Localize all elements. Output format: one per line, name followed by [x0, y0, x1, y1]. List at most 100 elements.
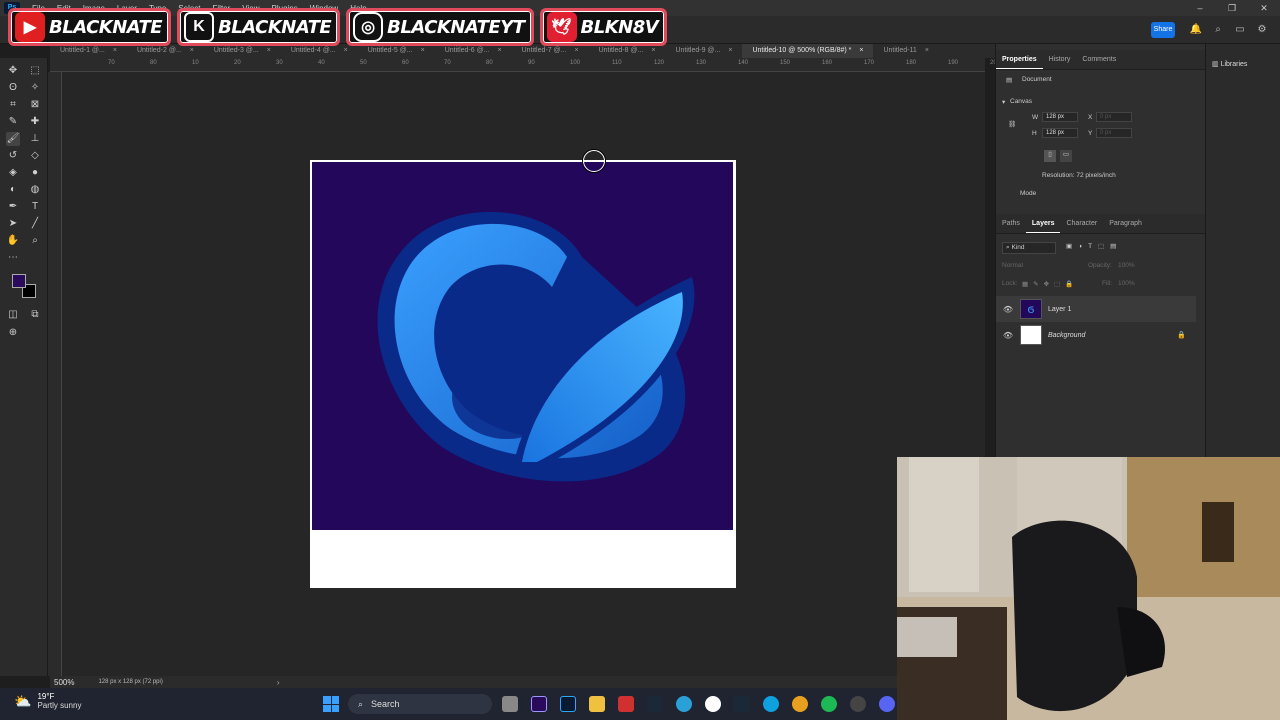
type-tool-icon[interactable]: T — [28, 200, 42, 214]
workspace-icon[interactable]: ▭ — [1233, 23, 1247, 37]
layer-filter-icons[interactable]: ▣◑T⬚▤ — [1066, 242, 1122, 250]
start-button-icon[interactable] — [323, 696, 339, 712]
x-field[interactable]: 0 px — [1096, 112, 1132, 122]
move-tool-icon[interactable]: ✥ — [6, 64, 20, 78]
line-tool-icon[interactable]: ╱ — [28, 217, 42, 231]
link-icon[interactable]: ⛓ — [1008, 120, 1016, 128]
close-icon[interactable]: × — [925, 44, 929, 58]
chrome-icon[interactable] — [792, 696, 808, 712]
notifications-icon[interactable]: 🔔 — [1189, 23, 1203, 37]
opacity-value[interactable]: 100% — [1118, 262, 1135, 269]
share-button[interactable]: Share — [1151, 22, 1175, 38]
document-tab[interactable]: Untitled-4 @... × — [281, 44, 358, 58]
app-icon-red[interactable] — [618, 696, 634, 712]
discord-icon[interactable] — [879, 696, 895, 712]
sponge-tool-icon[interactable]: ◍ — [28, 183, 42, 197]
edge-icon[interactable] — [763, 696, 779, 712]
path-selection-tool-icon[interactable]: ➤ — [6, 217, 20, 231]
marquee-tool-icon[interactable]: ⬚ — [28, 64, 42, 78]
dodge-tool-icon[interactable]: ◐ — [6, 183, 20, 197]
screen-mode-icon[interactable]: ⧉ — [28, 308, 42, 322]
visibility-eye-icon[interactable]: 👁 — [1000, 331, 1016, 340]
width-field[interactable]: 128 px — [1042, 112, 1078, 122]
telegram-icon[interactable] — [676, 696, 692, 712]
weather-widget[interactable]: ⛅ 19°F Partly sunny — [14, 692, 81, 710]
document-tab[interactable]: Untitled-5 @... × — [358, 44, 435, 58]
zoom-level[interactable]: 500% — [54, 678, 74, 687]
document-tab[interactable]: Untitled-9 @... × — [666, 44, 743, 58]
zoom-tool-icon[interactable]: ⌕ — [28, 234, 42, 248]
libraries-tab[interactable]: ▥ Libraries — [1212, 60, 1247, 68]
spotify-icon[interactable] — [821, 696, 837, 712]
tab-properties[interactable]: Properties — [996, 50, 1043, 69]
obs-icon[interactable] — [850, 696, 866, 712]
tab-paths[interactable]: Paths — [996, 214, 1026, 233]
close-icon[interactable]: × — [859, 44, 863, 58]
steam-icon[interactable] — [734, 696, 750, 712]
close-icon[interactable]: × — [190, 44, 194, 58]
chevron-down-icon[interactable]: ▾ — [1002, 98, 1005, 106]
tab-paragraph[interactable]: Paragraph — [1103, 214, 1148, 233]
layer-row-background[interactable]: 👁 Background 🔒 — [996, 322, 1196, 348]
quick-mask-icon[interactable]: ◫ — [6, 308, 20, 322]
brush-tool-icon[interactable]: 🖌 — [6, 132, 20, 146]
close-window-button[interactable]: ✕ — [1248, 0, 1280, 16]
tab-character[interactable]: Character — [1060, 214, 1103, 233]
task-view-icon[interactable] — [502, 696, 518, 712]
tab-layers[interactable]: Layers — [1025, 214, 1061, 233]
close-icon[interactable]: × — [344, 44, 348, 58]
layer-row-layer-1[interactable]: 👁 ϭ Layer 1 — [996, 296, 1196, 322]
close-icon[interactable]: × — [421, 44, 425, 58]
blend-mode-select[interactable]: Normal — [1002, 262, 1023, 269]
pen-tool-icon[interactable]: ✒ — [6, 200, 20, 214]
frame-tool-icon[interactable]: ⊠ — [28, 98, 42, 112]
portrait-icon[interactable]: ▯ — [1044, 150, 1056, 162]
close-icon[interactable]: × — [651, 44, 655, 58]
layer-filter-select[interactable]: ⌕ Kind — [1002, 242, 1056, 254]
close-icon[interactable]: × — [267, 44, 271, 58]
landscape-icon[interactable]: ▭ — [1060, 150, 1072, 162]
fill-value[interactable]: 100% — [1118, 280, 1135, 287]
premiere-icon[interactable] — [531, 696, 547, 712]
settings-icon[interactable]: ⚙ — [1255, 23, 1269, 37]
healing-tool-icon[interactable]: ✚ — [28, 115, 42, 129]
height-field[interactable]: 128 px — [1042, 128, 1078, 138]
section-canvas[interactable]: Canvas — [1010, 98, 1032, 105]
tab-history[interactable]: History — [1043, 50, 1077, 69]
maximize-button[interactable]: ❐ — [1216, 0, 1248, 16]
status-arrow-icon[interactable]: › — [277, 678, 280, 687]
document-tab[interactable]: Untitled-10 @ 500% (RGB/8#) * × — [742, 44, 874, 58]
lock-icons[interactable]: ▦✎✥⬚🔒 — [1022, 280, 1078, 288]
document-tab[interactable]: Untitled-1 @... × — [50, 44, 127, 58]
canvas-workspace[interactable] — [62, 72, 985, 676]
bucket-tool-icon[interactable]: ◈ — [6, 166, 20, 180]
document-tab[interactable]: Untitled-3 @... × — [204, 44, 281, 58]
photoshop-taskbar-icon[interactable] — [560, 696, 576, 712]
document-tab[interactable]: Untitled-7 @... × — [512, 44, 589, 58]
foreground-color-swatch[interactable] — [12, 274, 26, 288]
close-icon[interactable]: × — [498, 44, 502, 58]
steam-icon[interactable] — [647, 696, 663, 712]
minimize-button[interactable]: – — [1184, 0, 1216, 16]
magic-wand-tool-icon[interactable]: ✧ — [28, 81, 42, 95]
y-field[interactable]: 0 px — [1096, 128, 1132, 138]
more-tools-icon[interactable]: ⋯ — [6, 251, 20, 265]
tab-comments[interactable]: Comments — [1076, 50, 1122, 69]
close-icon[interactable]: × — [113, 44, 117, 58]
blur-tool-icon[interactable]: ● — [28, 166, 42, 180]
lasso-tool-icon[interactable]: ʘ — [6, 81, 20, 95]
document-canvas[interactable] — [310, 160, 736, 588]
stamp-tool-icon[interactable]: ⊥ — [28, 132, 42, 146]
eyedropper-tool-icon[interactable]: ✎ — [6, 115, 20, 129]
close-icon[interactable]: × — [574, 44, 578, 58]
document-tab[interactable]: Untitled-6 @... × — [435, 44, 512, 58]
edit-toolbar-icon[interactable]: ⊕ — [6, 326, 20, 340]
crop-tool-icon[interactable]: ⌗ — [6, 98, 20, 112]
document-tab[interactable]: Untitled-11 × — [873, 44, 938, 58]
close-icon[interactable]: × — [728, 44, 732, 58]
file-explorer-icon[interactable] — [589, 696, 605, 712]
history-brush-tool-icon[interactable]: ↺ — [6, 149, 20, 163]
app-icon-white[interactable] — [705, 696, 721, 712]
document-tab[interactable]: Untitled-2 @... × — [127, 44, 204, 58]
taskbar-search[interactable]: ⌕ Search — [348, 694, 492, 714]
